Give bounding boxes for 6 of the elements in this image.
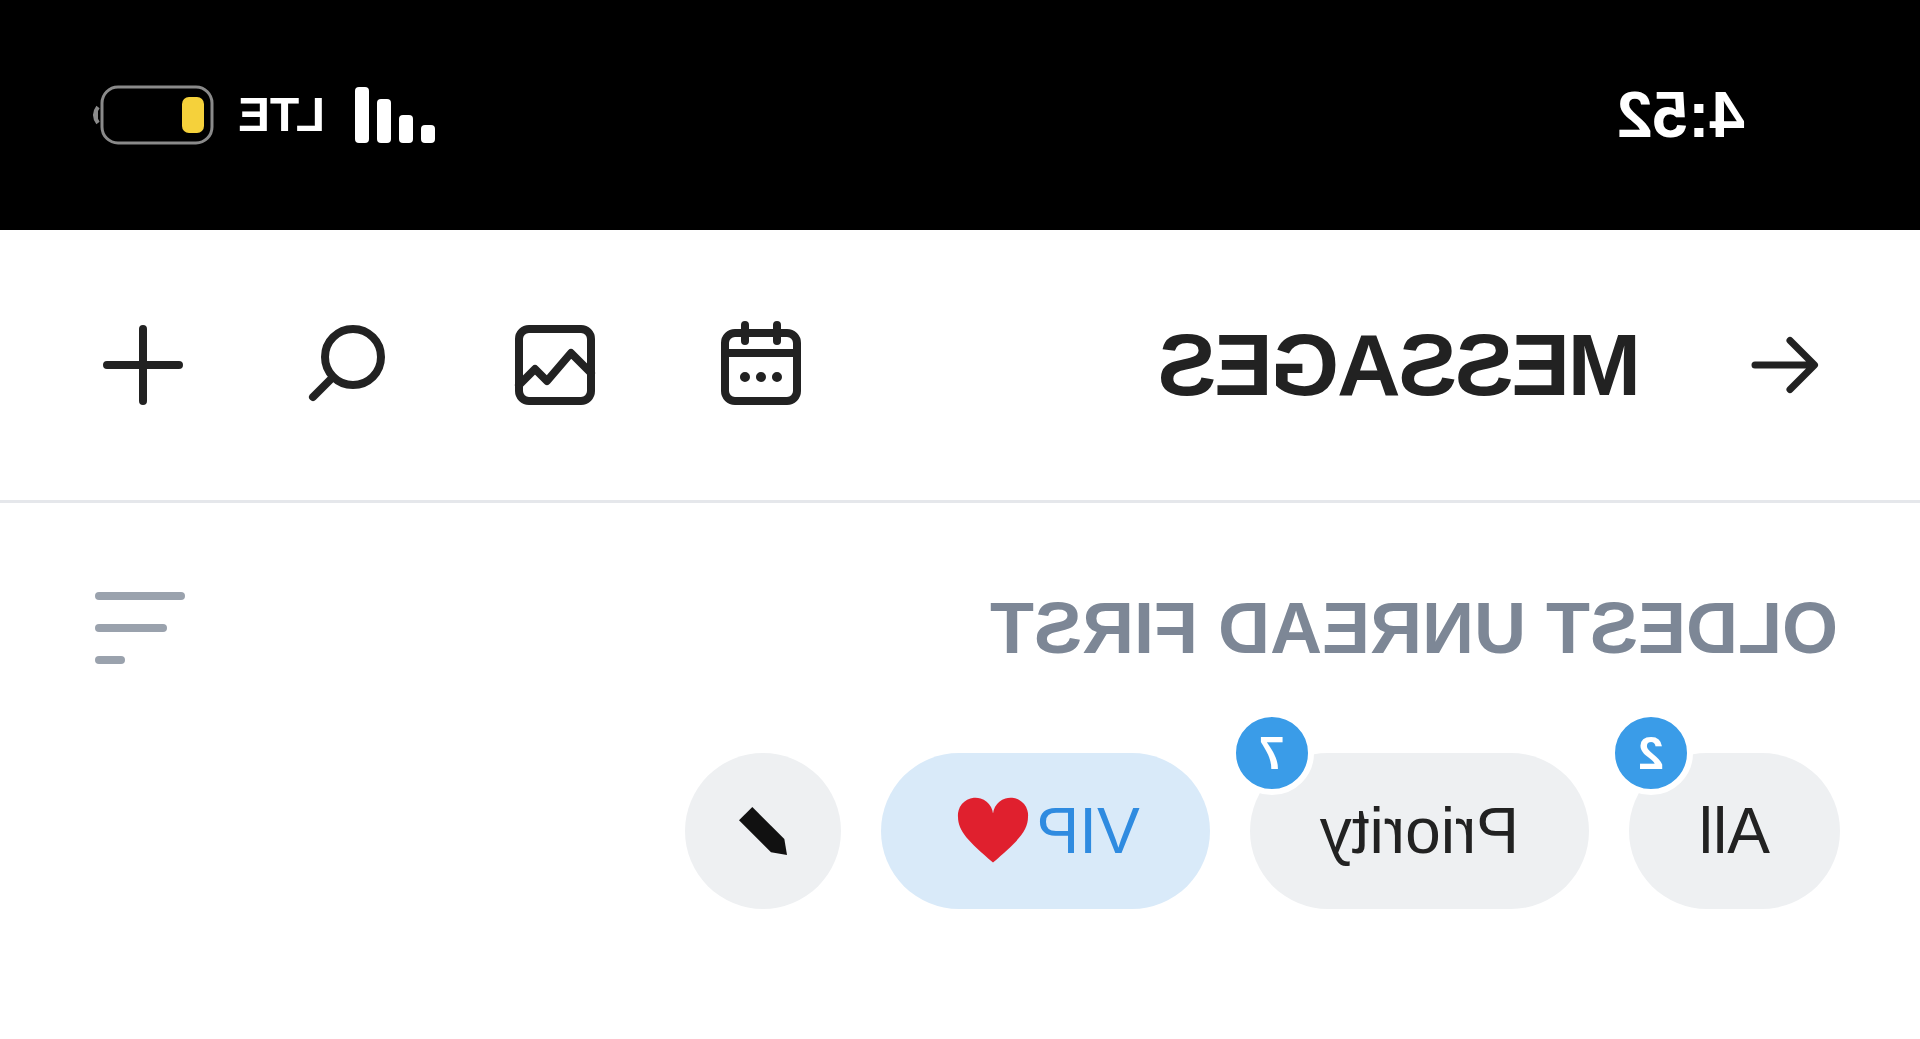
sort-label[interactable]: OLDEST UNREAD FIRST — [990, 574, 1838, 682]
battery-icon — [90, 85, 214, 145]
network-label: LTE — [238, 87, 326, 143]
filter-icon[interactable] — [95, 592, 185, 664]
status-time: 4:52 — [1616, 78, 1745, 153]
page-title: MESSAGES — [1159, 314, 1641, 416]
